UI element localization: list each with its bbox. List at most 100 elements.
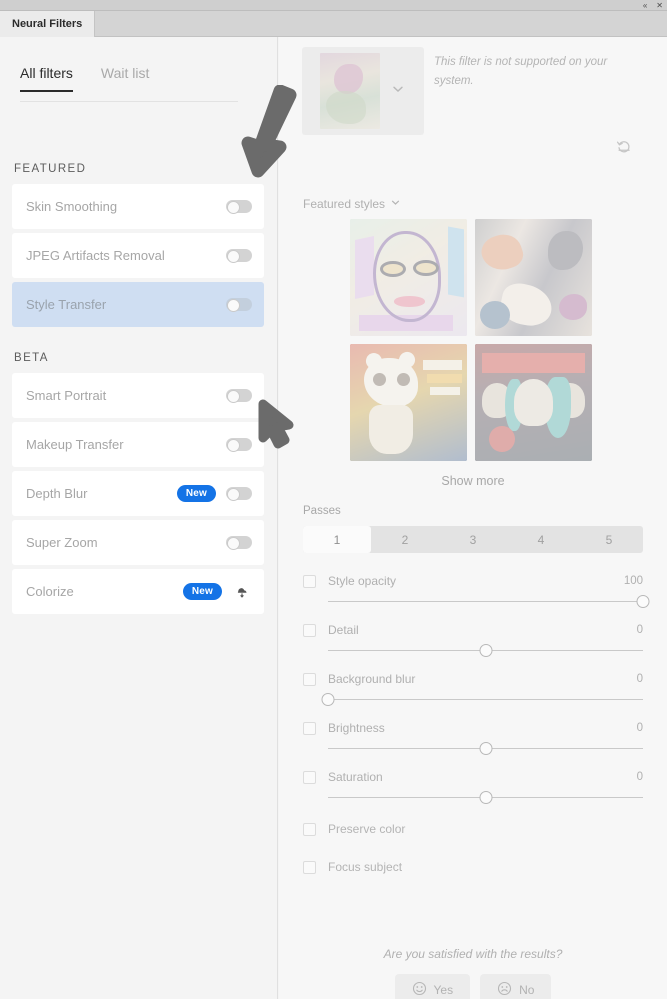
group-heading-featured: FEATURED — [14, 163, 87, 175]
collapse-panel-icon[interactable]: « — [643, 1, 647, 10]
slider-detail: Detail 0 — [303, 623, 643, 657]
panel-tab-strip: Neural Filters — [0, 11, 667, 37]
filter-label: Smart Portrait — [26, 388, 107, 403]
slider-background-blur: Background blur 0 — [303, 672, 643, 706]
slider-track[interactable] — [321, 693, 643, 706]
tab-all-filters[interactable]: All filters — [20, 65, 73, 92]
slider-knob[interactable] — [479, 791, 492, 804]
slider-value: 100 — [623, 575, 643, 587]
filter-row-colorize[interactable]: Colorize New — [12, 569, 264, 614]
filter-row-smart-portrait[interactable]: Smart Portrait — [12, 373, 264, 418]
group-heading-beta: BETA — [14, 352, 49, 364]
checkbox-box[interactable] — [303, 860, 316, 874]
slider-knob[interactable] — [479, 742, 492, 755]
passes-label: Passes — [303, 505, 341, 517]
feedback-yes-button[interactable]: Yes — [394, 974, 471, 999]
passes-option-5[interactable]: 5 — [575, 526, 643, 553]
filter-row-depth-blur[interactable]: Depth Blur New — [12, 471, 264, 516]
filter-toggle[interactable] — [226, 389, 252, 403]
reset-icon[interactable] — [616, 138, 633, 160]
sidebar-tabs: All filters Wait list — [20, 65, 238, 102]
checkbox-box[interactable] — [303, 822, 316, 836]
passes-segmented-control: 1 2 3 4 5 — [303, 526, 643, 553]
filter-toggle[interactable] — [226, 536, 252, 550]
slider-brightness: Brightness 0 — [303, 721, 643, 755]
style-thumbnail-grid — [350, 219, 592, 461]
filter-detail-panel: This filter is not supported on your sys… — [279, 37, 667, 999]
filter-label: Colorize — [26, 584, 74, 599]
new-badge: New — [182, 583, 222, 600]
featured-styles-dropdown[interactable]: Featured styles — [303, 197, 401, 211]
preview-chevron-down-icon[interactable] — [390, 81, 406, 102]
neural-filters-panel: « ✕ Neural Filters All filters Wait list… — [0, 0, 667, 999]
slider-knob[interactable] — [636, 595, 650, 608]
filter-toggle[interactable] — [226, 487, 252, 501]
slider-checkbox[interactable] — [303, 721, 316, 735]
smiley-face-icon — [412, 981, 427, 999]
passes-option-4[interactable]: 4 — [507, 526, 575, 553]
new-badge: New — [176, 485, 216, 502]
slider-track[interactable] — [328, 791, 643, 804]
filter-toggle[interactable] — [226, 438, 252, 452]
passes-option-1[interactable]: 1 — [303, 526, 371, 553]
filter-label: Depth Blur — [26, 486, 88, 501]
feedback-yes-label: Yes — [433, 983, 454, 997]
tab-wait-list[interactable]: Wait list — [101, 65, 149, 91]
filter-toggle[interactable] — [226, 298, 252, 312]
slider-label: Background blur — [328, 672, 416, 686]
frowny-face-icon — [497, 981, 512, 999]
filter-toggle[interactable] — [226, 200, 252, 214]
mouse-pointer-cursor — [253, 398, 299, 459]
passes-option-2[interactable]: 2 — [371, 526, 439, 553]
filter-label: Super Zoom — [26, 535, 98, 550]
filter-controls: Passes 1 2 3 4 5 Style opacity 100 Detai… — [303, 505, 650, 874]
tab-neural-filters[interactable]: Neural Filters — [0, 11, 96, 37]
slider-checkbox[interactable] — [303, 672, 316, 686]
slider-value: 0 — [636, 673, 643, 685]
slider-track[interactable] — [328, 742, 643, 755]
filter-toggle[interactable] — [226, 249, 252, 263]
filter-row-jpeg-artifacts-removal[interactable]: JPEG Artifacts Removal — [12, 233, 264, 278]
close-icon[interactable]: ✕ — [656, 1, 663, 10]
filter-row-super-zoom[interactable]: Super Zoom — [12, 520, 264, 565]
style-thumbnail-day-of-the-dead-cat-poster[interactable] — [350, 344, 467, 461]
slider-knob[interactable] — [321, 693, 335, 706]
down-left-arrow-cursor — [236, 84, 302, 186]
checkbox-focus-subject[interactable]: Focus subject — [303, 860, 643, 874]
tab-neural-filters-label: Neural Filters — [12, 18, 83, 30]
feedback-no-label: No — [519, 983, 535, 997]
slider-checkbox[interactable] — [303, 770, 316, 784]
slider-checkbox[interactable] — [303, 623, 316, 637]
slider-knob[interactable] — [479, 644, 492, 657]
window-controls: « ✕ — [643, 0, 663, 11]
feedback-section: Are you satisfied with the results? Yes — [279, 947, 667, 999]
slider-label: Brightness — [328, 721, 385, 735]
slider-saturation: Saturation 0 — [303, 770, 643, 804]
slider-checkbox[interactable] — [303, 574, 316, 588]
slider-track[interactable] — [328, 595, 650, 608]
feedback-no-button[interactable]: No — [480, 974, 552, 999]
style-thumbnail-abstract-expressionist[interactable] — [475, 219, 592, 336]
cloud-download-icon[interactable] — [232, 584, 252, 600]
passes-option-3[interactable]: 3 — [439, 526, 507, 553]
title-bar: « ✕ — [0, 0, 667, 11]
source-image-thumbnail[interactable] — [320, 53, 380, 129]
filter-row-skin-smoothing[interactable]: Skin Smoothing — [12, 184, 264, 229]
filter-row-style-transfer[interactable]: Style Transfer — [12, 282, 264, 327]
unsupported-notice: This filter is not supported on your sys… — [434, 56, 608, 87]
filter-label: Skin Smoothing — [26, 199, 118, 214]
style-thumbnail-tattoo-skull-poster[interactable] — [475, 344, 592, 461]
checkbox-preserve-color[interactable]: Preserve color — [303, 822, 643, 836]
slider-track[interactable] — [328, 644, 643, 657]
show-more-button[interactable]: Show more — [279, 474, 667, 488]
style-thumbnail-cubist-portrait[interactable] — [350, 219, 467, 336]
slider-label: Style opacity — [328, 574, 397, 588]
preview-section — [302, 47, 424, 135]
filter-row-makeup-transfer[interactable]: Makeup Transfer — [12, 422, 264, 467]
filter-list-featured: Skin Smoothing JPEG Artifacts Removal St… — [12, 184, 264, 331]
tab-all-filters-label: All filters — [20, 65, 73, 81]
slider-label: Saturation — [328, 770, 383, 784]
preview-card[interactable] — [302, 47, 424, 135]
checkbox-label: Preserve color — [328, 822, 406, 836]
filter-label: Style Transfer — [26, 297, 107, 312]
